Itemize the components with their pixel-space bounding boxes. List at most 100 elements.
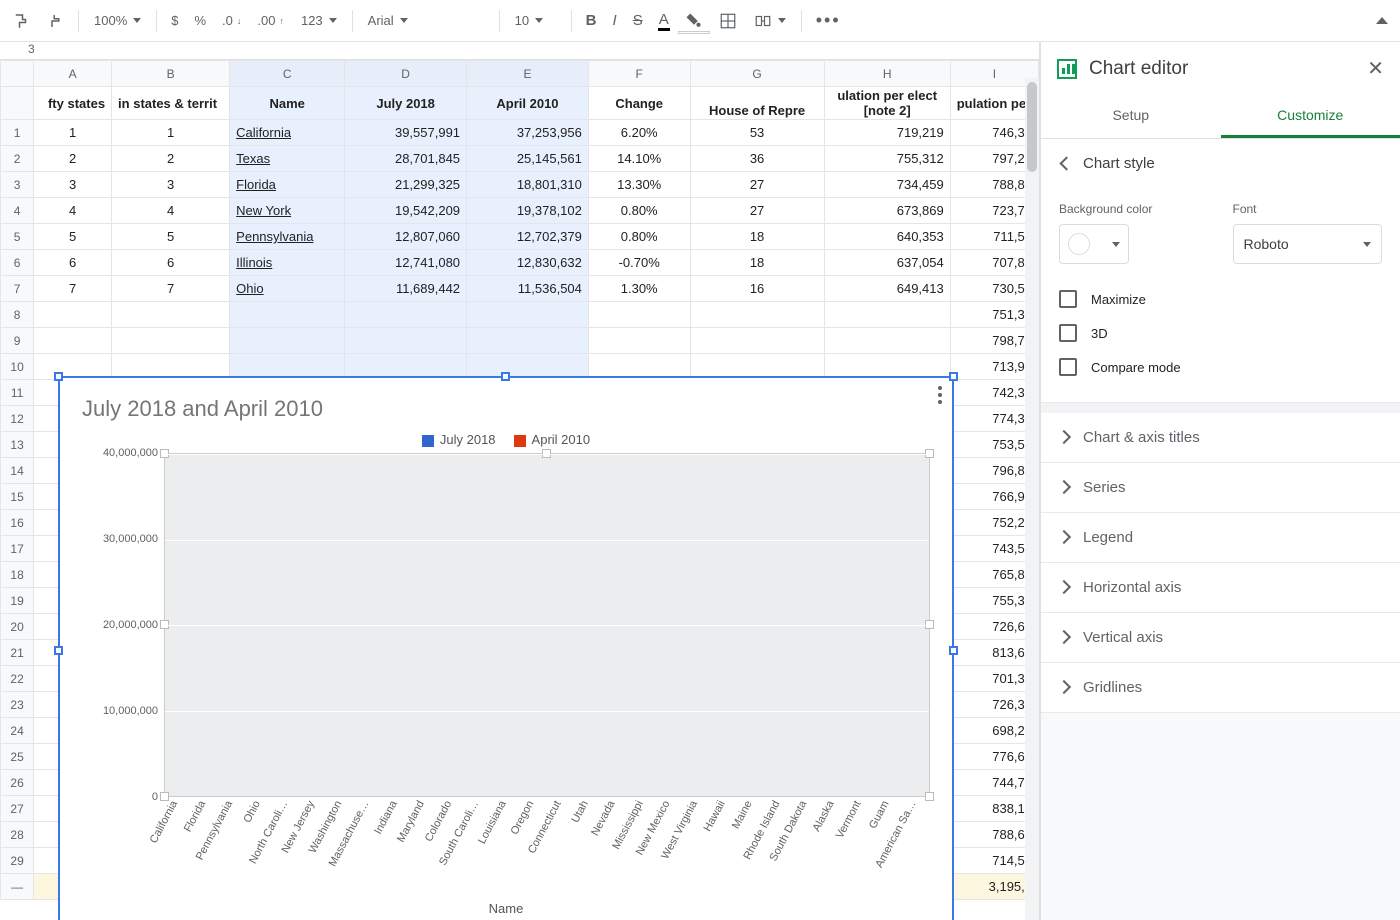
row-header[interactable]: 3 — [1, 172, 34, 198]
column-header[interactable]: A — [34, 61, 112, 87]
row-header[interactable]: 29 — [1, 848, 34, 874]
more-toolbar-button[interactable]: ••• — [810, 7, 847, 34]
table-row[interactable]: 5 5 5 Pennsylvania 12,807,060 12,702,379… — [1, 224, 1039, 250]
column-header[interactable]: D — [345, 61, 467, 87]
section-legend[interactable]: Legend — [1041, 513, 1400, 563]
column-header[interactable]: H — [824, 61, 950, 87]
resize-handle[interactable] — [949, 372, 958, 381]
formula-bar[interactable]: 3 — [0, 42, 1039, 60]
table-row[interactable]: 1 1 1 California 39,557,991 37,253,956 6… — [1, 120, 1039, 146]
row-header[interactable]: 25 — [1, 744, 34, 770]
caret-down-icon — [329, 18, 337, 23]
row-header[interactable]: 22 — [1, 666, 34, 692]
plot-area[interactable] — [164, 453, 930, 797]
row-header[interactable]: 9 — [1, 328, 34, 354]
row-header[interactable]: 2 — [1, 146, 34, 172]
fill-color-button[interactable] — [679, 9, 709, 33]
table-row[interactable]: 7 7 7 Ohio 11,689,442 11,536,504 1.30% 1… — [1, 276, 1039, 302]
resize-handle[interactable] — [54, 372, 63, 381]
table-row[interactable]: 2 2 2 Texas 28,701,845 25,145,561 14.10%… — [1, 146, 1039, 172]
table-row[interactable]: 8 751,39 — [1, 302, 1039, 328]
section-horizontal-axis[interactable]: Horizontal axis — [1041, 563, 1400, 613]
zoom-select[interactable]: 100% — [87, 9, 148, 32]
table-row[interactable]: 9 798,74 — [1, 328, 1039, 354]
row-header[interactable] — [1, 87, 34, 120]
borders-button[interactable] — [713, 9, 743, 33]
column-header[interactable]: C — [230, 61, 345, 87]
row-header[interactable]: 6 — [1, 250, 34, 276]
percent-button[interactable]: % — [188, 10, 212, 31]
row-header[interactable]: 27 — [1, 796, 34, 822]
increase-decimal-button[interactable]: .00↑ — [251, 10, 290, 31]
paint-format-icon[interactable] — [6, 9, 36, 33]
row-header[interactable]: 10 — [1, 354, 34, 380]
row-header[interactable]: 12 — [1, 406, 34, 432]
tab-setup[interactable]: Setup — [1041, 95, 1221, 138]
row-header[interactable]: 20 — [1, 614, 34, 640]
maximize-checkbox[interactable]: Maximize — [1059, 282, 1382, 316]
row-header[interactable]: 1 — [1, 120, 34, 146]
spreadsheet[interactable]: 3 ABCDEFGHI fty states in states & terri… — [0, 42, 1040, 920]
compare-mode-checkbox[interactable]: Compare mode — [1059, 350, 1382, 384]
resize-handle[interactable] — [949, 646, 958, 655]
row-header[interactable]: 11 — [1, 380, 34, 406]
bold-button[interactable]: B — [580, 9, 603, 32]
font-select[interactable]: Roboto — [1233, 224, 1383, 264]
decrease-decimal-button[interactable]: .0↓ — [216, 10, 247, 31]
vertical-scrollbar[interactable] — [1025, 78, 1039, 920]
paint-format2-icon[interactable] — [40, 9, 70, 33]
font-size-select[interactable]: 10 — [508, 9, 563, 32]
section-vertical-axis[interactable]: Vertical axis — [1041, 613, 1400, 663]
row-header[interactable]: 28 — [1, 822, 34, 848]
row-header[interactable]: 16 — [1, 510, 34, 536]
section-gridlines[interactable]: Gridlines — [1041, 663, 1400, 713]
italic-button[interactable]: I — [607, 9, 623, 32]
section-axis-titles[interactable]: Chart & axis titles — [1041, 413, 1400, 463]
section-chart-style[interactable]: Chart style Background color Font Roboto… — [1041, 139, 1400, 403]
column-header[interactable]: E — [467, 61, 589, 87]
bg-color-label: Background color — [1059, 202, 1209, 216]
table-row[interactable]: 4 4 4 New York 19,542,209 19,378,102 0.8… — [1, 198, 1039, 224]
background-color-picker[interactable] — [1059, 224, 1129, 264]
row-header[interactable]: 19 — [1, 588, 34, 614]
font-family-select[interactable]: Arial — [361, 9, 491, 32]
column-header[interactable]: G — [690, 61, 824, 87]
column-header[interactable]: B — [112, 61, 230, 87]
row-header[interactable]: 26 — [1, 770, 34, 796]
row-header[interactable]: 7 — [1, 276, 34, 302]
resize-handle[interactable] — [501, 372, 510, 381]
row-header[interactable]: 8 — [1, 302, 34, 328]
number-format-select[interactable]: 123 — [294, 9, 344, 32]
column-header[interactable]: F — [588, 61, 690, 87]
table-row[interactable]: 3 3 3 Florida 21,299,325 18,801,310 13.3… — [1, 172, 1039, 198]
currency-button[interactable]: $ — [165, 10, 184, 31]
merge-cells-button[interactable] — [747, 8, 793, 34]
close-icon[interactable]: ✕ — [1367, 56, 1384, 81]
row-header[interactable]: 21 — [1, 640, 34, 666]
collapse-toolbar-button[interactable] — [1370, 14, 1394, 27]
strike-button[interactable]: S — [627, 9, 649, 32]
row-header[interactable]: 24 — [1, 718, 34, 744]
chart-menu-button[interactable] — [938, 386, 942, 404]
x-axis-title[interactable]: Name — [82, 901, 930, 916]
row-header[interactable]: 18 — [1, 562, 34, 588]
tab-customize[interactable]: Customize — [1221, 95, 1400, 138]
3d-checkbox[interactable]: 3D — [1059, 316, 1382, 350]
row-header[interactable]: 14 — [1, 458, 34, 484]
row-header[interactable]: 15 — [1, 484, 34, 510]
chart-title[interactable]: July 2018 and April 2010 — [82, 396, 930, 422]
row-header[interactable]: 5 — [1, 224, 34, 250]
row-header[interactable]: 23 — [1, 692, 34, 718]
section-series[interactable]: Series — [1041, 463, 1400, 513]
text-color-button[interactable]: A — [653, 8, 675, 33]
table-row[interactable]: 6 6 6 Illinois 12,741,080 12,830,632 -0.… — [1, 250, 1039, 276]
embedded-chart[interactable]: July 2018 and April 2010 July 2018 April… — [58, 376, 954, 920]
column-header[interactable] — [1, 61, 34, 87]
row-header[interactable]: 13 — [1, 432, 34, 458]
row-header[interactable]: — — [1, 874, 34, 900]
row-header[interactable]: 17 — [1, 536, 34, 562]
y-axis: 010,000,00020,000,00030,000,00040,000,00… — [82, 453, 164, 797]
row-header[interactable]: 4 — [1, 198, 34, 224]
chart-legend[interactable]: July 2018 April 2010 — [82, 432, 930, 447]
resize-handle[interactable] — [54, 646, 63, 655]
